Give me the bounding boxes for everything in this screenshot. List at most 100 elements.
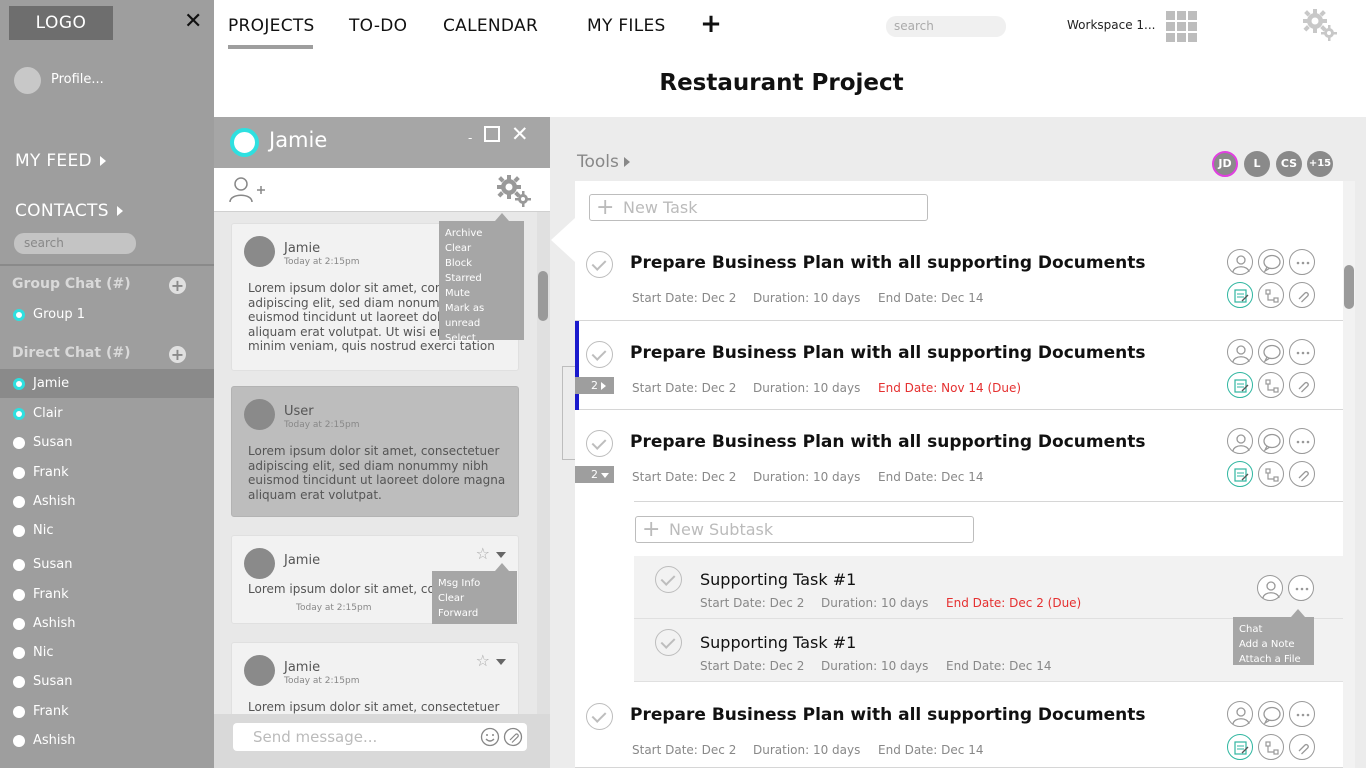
new-subtask-input[interactable]: + New Subtask: [635, 516, 974, 543]
more-options-icon[interactable]: [1289, 428, 1315, 454]
star-icon[interactable]: ☆: [476, 544, 490, 563]
profile-link[interactable]: Profile...: [51, 72, 104, 87]
dependency-icon[interactable]: [1258, 282, 1284, 308]
add-user-icon[interactable]: [228, 176, 268, 208]
sidebar-item-contact[interactable]: Nic: [0, 516, 214, 545]
attach-icon[interactable]: [1289, 282, 1315, 308]
contacts-link[interactable]: CONTACTS: [15, 201, 123, 221]
task-title[interactable]: Prepare Business Plan with all supportin…: [630, 343, 1145, 363]
task-complete-checkbox[interactable]: [586, 341, 613, 368]
member-avatar-l[interactable]: L: [1244, 151, 1270, 177]
task-row[interactable]: Prepare Business Plan with all supportin…: [575, 410, 1343, 502]
message-menu-item[interactable]: Forward: [438, 606, 511, 621]
settings-gear-icon[interactable]: [1302, 8, 1338, 46]
subtask-title[interactable]: Supporting Task #1: [700, 633, 856, 652]
sidebar-item-contact[interactable]: Susan: [0, 667, 214, 696]
chat-menu-item[interactable]: Select: [445, 331, 518, 346]
chat-icon[interactable]: [1258, 701, 1284, 727]
apps-grid-icon[interactable]: [1166, 11, 1197, 42]
dependency-icon[interactable]: [1258, 734, 1284, 760]
more-options-icon[interactable]: [1289, 249, 1315, 275]
more-members-badge[interactable]: +15: [1307, 151, 1333, 177]
subtask-title[interactable]: Supporting Task #1: [700, 570, 856, 589]
note-icon[interactable]: [1227, 734, 1253, 760]
task-row[interactable]: Prepare Business Plan with all supportin…: [575, 231, 1343, 321]
chat-scroll-thumb[interactable]: [538, 271, 548, 321]
task-list-scroll-thumb[interactable]: [1344, 265, 1354, 309]
maximize-icon[interactable]: [484, 126, 500, 142]
my-feed-link[interactable]: MY FEED: [15, 151, 106, 171]
sidebar-item-contact[interactable]: Frank: [0, 697, 214, 726]
close-chat-icon[interactable]: ✕: [511, 122, 529, 146]
assign-user-icon[interactable]: [1227, 249, 1253, 275]
new-task-input[interactable]: + New Task: [589, 194, 928, 221]
task-title[interactable]: Prepare Business Plan with all supportin…: [630, 432, 1145, 452]
assign-user-icon[interactable]: [1227, 701, 1253, 727]
attach-icon[interactable]: [1289, 734, 1315, 760]
task-title[interactable]: Prepare Business Plan with all supportin…: [630, 705, 1145, 725]
chevron-down-icon[interactable]: [496, 551, 506, 558]
chat-menu-item[interactable]: Starred: [445, 271, 518, 286]
task-menu-item[interactable]: Add a Note: [1239, 637, 1308, 652]
assign-user-icon[interactable]: [1257, 575, 1283, 601]
tab-projects[interactable]: PROJECTS: [228, 16, 315, 36]
sidebar-item-contact[interactable]: Clair: [0, 399, 214, 428]
task-complete-checkbox[interactable]: [586, 430, 613, 457]
group-item[interactable]: Group 1: [0, 300, 214, 329]
chat-icon[interactable]: [1258, 339, 1284, 365]
chat-menu-item[interactable]: Archive: [445, 226, 518, 241]
dependency-icon[interactable]: [1258, 461, 1284, 487]
task-menu-item[interactable]: Attach a File: [1239, 652, 1308, 667]
logo[interactable]: LOGO: [9, 6, 113, 40]
assign-user-icon[interactable]: [1227, 339, 1253, 365]
subtask-counter[interactable]: 2: [575, 377, 614, 394]
dependency-icon[interactable]: [1258, 372, 1284, 398]
message-menu-item[interactable]: Msg Info: [438, 576, 511, 591]
more-options-icon[interactable]: [1289, 701, 1315, 727]
task-title[interactable]: Prepare Business Plan with all supportin…: [630, 253, 1145, 273]
note-icon[interactable]: [1227, 282, 1253, 308]
member-avatar-jd[interactable]: JD: [1212, 151, 1238, 177]
task-row[interactable]: Prepare Business Plan with all supportin…: [575, 321, 1343, 410]
more-options-icon[interactable]: [1288, 575, 1314, 601]
attach-icon[interactable]: [1289, 461, 1315, 487]
tab-my-files[interactable]: MY FILES: [587, 16, 666, 36]
avatar[interactable]: [14, 67, 41, 94]
attach-icon[interactable]: [503, 727, 523, 751]
message-menu-item[interactable]: Clear: [438, 591, 511, 606]
assign-user-icon[interactable]: [1227, 428, 1253, 454]
tab-calendar[interactable]: CALENDAR: [443, 16, 538, 36]
note-icon[interactable]: [1227, 372, 1253, 398]
task-menu-item[interactable]: Chat: [1239, 622, 1308, 637]
sidebar-item-contact[interactable]: Frank: [0, 458, 214, 487]
star-icon[interactable]: ☆: [476, 651, 490, 670]
sidebar-item-contact[interactable]: Nic: [0, 638, 214, 667]
sidebar-item-contact[interactable]: Susan: [0, 550, 214, 579]
chat-icon[interactable]: [1258, 428, 1284, 454]
sidebar-item-contact[interactable]: Frank: [0, 580, 214, 609]
chat-message[interactable]: Jamie Lorem ipsum dolor sit amet, consect…: [231, 642, 519, 722]
tab-todo[interactable]: TO-DO: [349, 16, 407, 36]
chevron-down-icon[interactable]: [496, 658, 506, 665]
emoji-icon[interactable]: [480, 727, 500, 751]
member-avatar-cs[interactable]: CS: [1276, 151, 1302, 177]
task-complete-checkbox[interactable]: [586, 703, 613, 730]
minimize-icon[interactable]: -: [468, 131, 472, 145]
chat-icon[interactable]: [1258, 249, 1284, 275]
chat-menu-item[interactable]: Mute: [445, 286, 518, 301]
note-icon[interactable]: [1227, 461, 1253, 487]
task-complete-checkbox[interactable]: [586, 251, 613, 278]
sidebar-item-contact[interactable]: Ashish: [0, 487, 214, 516]
top-search-input[interactable]: search: [886, 16, 1006, 37]
close-sidebar-icon[interactable]: ✕: [184, 10, 202, 34]
subtask-complete-checkbox[interactable]: [655, 629, 682, 656]
sidebar-item-contact[interactable]: Jamie: [0, 369, 214, 398]
workspace-selector[interactable]: Workspace 1...: [1067, 18, 1155, 32]
attach-icon[interactable]: [1289, 372, 1315, 398]
subtask-counter[interactable]: 2: [575, 466, 614, 483]
sidebar-item-contact[interactable]: Susan: [0, 428, 214, 457]
chat-menu-item[interactable]: Clear: [445, 241, 518, 256]
add-direct-chat-icon[interactable]: +: [169, 346, 186, 363]
chat-message[interactable]: User Lorem ipsum dolor sit amet, consecte…: [231, 386, 519, 517]
task-row[interactable]: Prepare Business Plan with all supportin…: [575, 683, 1343, 768]
